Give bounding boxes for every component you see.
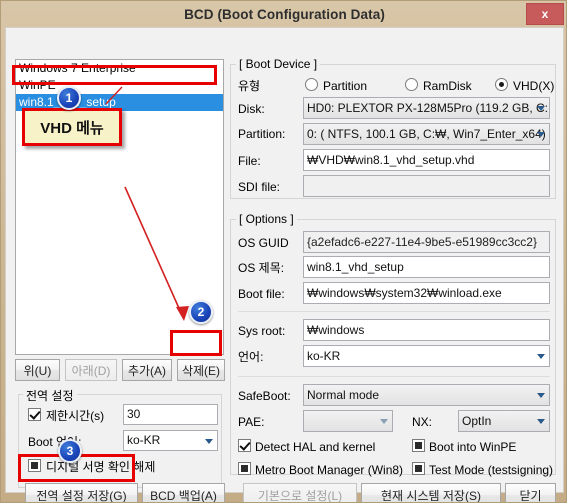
pae-select[interactable]: [303, 410, 393, 432]
language-label: 언어:: [238, 350, 264, 364]
step-badge-2-text: 2: [197, 305, 205, 319]
metro-boot-manager-checkbox[interactable]: [238, 462, 251, 475]
boot-type-label: 유형: [238, 79, 261, 93]
move-up-button[interactable]: 위(U): [15, 359, 60, 381]
disable-signature-check-label: 디지털 서명 확인 해제: [46, 460, 156, 474]
set-as-default-button: 기본으로 설정(L): [243, 483, 357, 502]
timeout-label: 제한시간(s): [46, 409, 105, 423]
partition-select[interactable]: 0: ( NTFS, 100.1 GB, C:₩, Win7_Enter_x64…: [303, 123, 550, 145]
title-bar: BCD (Boot Configuration Data) x: [1, 1, 566, 27]
list-item[interactable]: WinPE: [16, 77, 223, 94]
sys-root-label: Sys root:: [238, 324, 286, 338]
file-input[interactable]: ₩VHD₩win8.1_vhd_setup.vhd: [303, 149, 550, 171]
os-title-label: OS 제목:: [238, 261, 285, 275]
partition-value: 0: ( NTFS, 100.1 GB, C:₩, Win7_Enter_x64…: [307, 127, 546, 141]
safeboot-select[interactable]: Normal mode: [303, 384, 550, 406]
chevron-down-icon: [205, 438, 213, 444]
timeout-input[interactable]: 30: [123, 404, 218, 425]
os-guid-value: {a2efadc6-e227-11e4-9be5-e51989cc3cc2}: [303, 231, 550, 253]
chevron-down-icon: [380, 419, 388, 424]
radio-ramdisk[interactable]: [405, 78, 418, 91]
step-badge-2: 2: [189, 300, 213, 324]
metro-boot-manager-label: Metro Boot Manager (Win8): [255, 463, 404, 477]
radio-partition[interactable]: [305, 78, 318, 91]
chevron-down-icon: [537, 419, 545, 424]
close-icon: x: [541, 7, 549, 21]
list-item[interactable]: Windows 7 Enterprise: [16, 60, 223, 77]
timeout-checkbox[interactable]: [28, 408, 41, 421]
disk-select[interactable]: HD0: PLEXTOR PX-128M5Pro (119.2 GB, C: Y…: [303, 97, 550, 119]
language-value: ko-KR: [307, 349, 341, 363]
chevron-down-icon: [537, 132, 545, 137]
safeboot-label: SafeBoot:: [238, 389, 291, 403]
boot-into-winpe-checkbox[interactable]: [412, 439, 425, 452]
file-label: File:: [238, 154, 261, 168]
divider: [238, 376, 550, 377]
boot-into-winpe-label: Boot into WinPE: [429, 440, 517, 454]
nx-select[interactable]: OptIn: [458, 410, 550, 432]
step-badge-1-text: 1: [65, 91, 73, 105]
options-group-title: [ Options ]: [236, 212, 297, 226]
global-settings-title: 전역 설정: [23, 387, 77, 404]
test-mode-checkbox[interactable]: [412, 462, 425, 475]
boot-file-label: Boot file:: [238, 287, 285, 301]
close-button[interactable]: x: [526, 3, 564, 25]
radio-vhd[interactable]: [495, 78, 508, 91]
sdi-file-input[interactable]: [303, 175, 550, 197]
test-mode-label: Test Mode (testsigning): [429, 463, 554, 477]
chevron-down-icon: [537, 106, 545, 111]
sdi-file-label: SDI file:: [238, 180, 281, 194]
move-down-button: 아래(D): [65, 359, 117, 381]
detect-hal-checkbox[interactable]: [238, 439, 251, 452]
safeboot-value: Normal mode: [307, 388, 380, 402]
os-guid-label: OS GUID: [238, 236, 289, 250]
step-badge-3: 3: [58, 439, 82, 463]
radio-vhd-label: VHD(X): [513, 79, 555, 93]
boot-device-group-title: [ Boot Device ]: [236, 57, 321, 71]
disable-signature-check-checkbox[interactable]: [28, 459, 41, 472]
chevron-down-icon: [537, 393, 545, 398]
client-area: Windows 7 Enterprise WinPE win8.1_vhd_se…: [5, 27, 564, 502]
save-global-settings-button[interactable]: 전역 설정 저장(G): [25, 483, 138, 502]
boot-file-input[interactable]: ₩windows₩system32₩winload.exe: [303, 282, 550, 304]
chevron-down-icon: [537, 354, 545, 359]
nx-value: OptIn: [462, 414, 492, 428]
boot-language-select[interactable]: ko-KR: [123, 430, 218, 451]
boot-language-value: ko-KR: [127, 433, 161, 447]
radio-ramdisk-label: RamDisk: [423, 79, 472, 93]
sys-root-input[interactable]: ₩windows: [303, 319, 550, 341]
bcd-backup-button[interactable]: BCD 백업(A): [142, 483, 225, 502]
step-badge-1: 1: [57, 86, 81, 110]
partition-label: Partition:: [238, 127, 286, 141]
add-entry-button[interactable]: 추가(A): [122, 359, 172, 381]
save-current-system-button[interactable]: 현재 시스템 저장(S): [361, 483, 501, 502]
divider: [238, 311, 550, 312]
bcd-window: BCD (Boot Configuration Data) x Windows …: [0, 0, 567, 503]
detect-hal-label: Detect HAL and kernel: [255, 440, 376, 454]
os-title-input[interactable]: win8.1_vhd_setup: [303, 256, 550, 278]
radio-partition-label: Partition: [323, 79, 368, 93]
close-dialog-button[interactable]: 닫기: [505, 483, 556, 502]
window-title: BCD (Boot Configuration Data): [184, 6, 385, 22]
pae-label: PAE:: [238, 415, 265, 429]
nx-label: NX:: [412, 415, 433, 429]
annotation-callout-vhd-menu: VHD 메뉴: [22, 108, 122, 146]
annotation-callout-text: VHD 메뉴: [40, 119, 104, 137]
delete-entry-button[interactable]: 삭제(E): [177, 359, 225, 381]
step-badge-3-text: 3: [66, 444, 74, 458]
disk-label: Disk:: [238, 102, 265, 116]
language-select[interactable]: ko-KR: [303, 345, 550, 367]
disk-value: HD0: PLEXTOR PX-128M5Pro (119.2 GB, C: Y…: [307, 101, 550, 115]
